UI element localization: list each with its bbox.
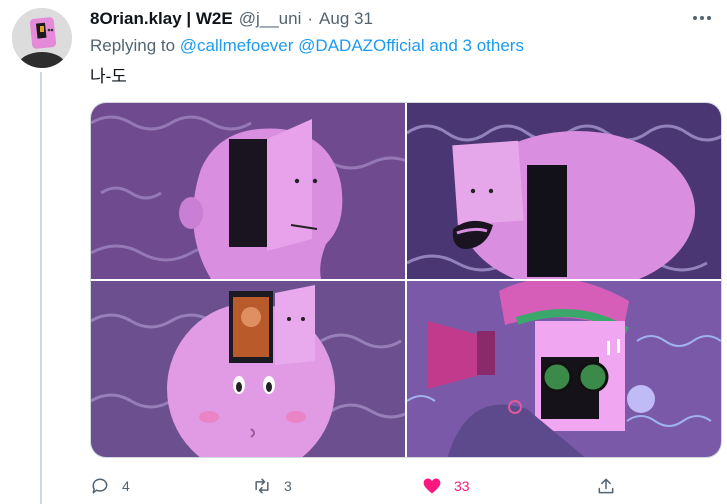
avatar[interactable] <box>12 8 72 68</box>
replying-to-line: Replying to @callmefoever @DADAZOfficial… <box>90 36 524 56</box>
share-upload-icon <box>598 478 614 494</box>
media-image[interactable] <box>91 281 405 457</box>
media-image[interactable] <box>407 103 721 279</box>
user-handle[interactable]: @j__uni <box>239 9 302 29</box>
more-horizontal-icon-dot <box>700 16 704 20</box>
artwork-pink-blob-head <box>407 103 721 279</box>
like-button[interactable]: 33 <box>422 472 470 500</box>
thread-connector-line <box>40 72 42 504</box>
more-horizontal-icon <box>693 16 697 20</box>
media-image[interactable] <box>91 103 405 279</box>
speech-bubble-icon <box>92 478 108 494</box>
retweet-button[interactable]: 3 <box>252 472 292 500</box>
like-count: 33 <box>454 478 470 494</box>
more-options-button[interactable] <box>684 6 720 30</box>
others-link[interactable]: and 3 others <box>429 36 524 55</box>
retweet-arrows-icon <box>255 478 269 494</box>
media-grid <box>90 102 722 458</box>
artwork-character-megaphone <box>407 281 721 457</box>
reply-button[interactable]: 4 <box>90 472 130 500</box>
tweet-actions: 4 3 33 <box>90 472 650 500</box>
tweet-date[interactable]: Aug 31 <box>319 9 373 29</box>
mention-link[interactable]: @DADAZOfficial <box>298 36 425 55</box>
tweet-text: 나-도 <box>90 67 127 86</box>
tweet-header: 8Orian.klay | W2E @j__uni · Aug 31 <box>90 8 373 30</box>
artwork-bald-head-window <box>91 281 405 457</box>
heart-icon <box>423 478 441 494</box>
mention-link[interactable]: @callmefoever <box>180 36 294 55</box>
share-button[interactable] <box>596 472 616 500</box>
more-horizontal-icon-dot <box>707 16 711 20</box>
reply-count: 4 <box>122 478 130 494</box>
media-image[interactable] <box>407 281 721 457</box>
artwork-side-head-open <box>91 103 405 279</box>
separator-dot: · <box>307 9 314 28</box>
display-name[interactable]: 8Orian.klay | W2E <box>90 9 233 29</box>
replying-to-label: Replying to <box>90 36 176 55</box>
retweet-count: 3 <box>284 478 292 494</box>
avatar-image <box>12 8 72 68</box>
